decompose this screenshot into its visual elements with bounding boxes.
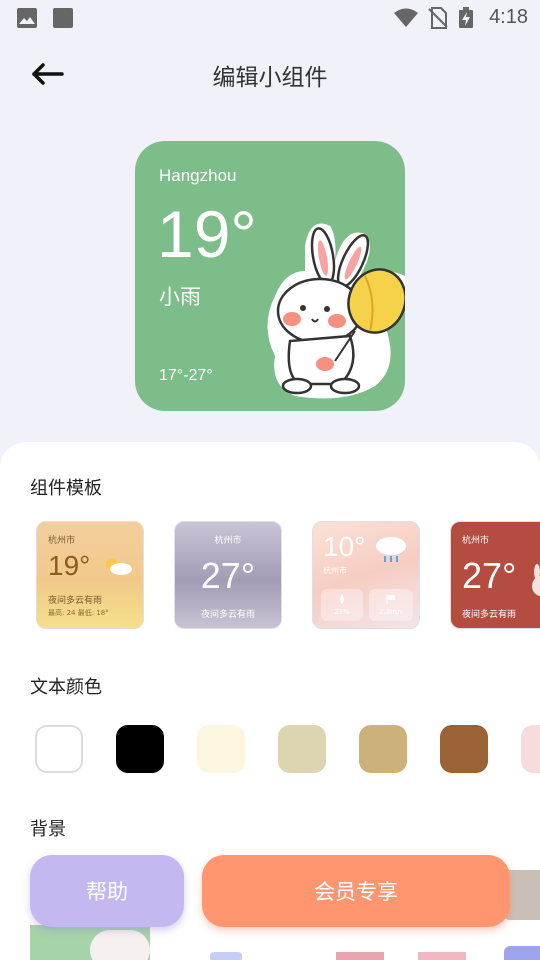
flag-icon [386, 595, 395, 604]
template-extra: 最高: 24 最低: 18° [48, 609, 109, 617]
square-notification-icon [53, 8, 73, 28]
template-description: 夜间多云有雨 [200, 610, 255, 620]
battery-charging-icon [459, 7, 473, 28]
template-card[interactable]: 杭州市 27° 夜间多云有雨 [450, 521, 540, 629]
background-option[interactable] [210, 952, 242, 960]
template-description: 夜间多云有雨 [462, 610, 517, 620]
preview-condition: 小雨 [159, 285, 201, 309]
wifi-icon [394, 8, 418, 27]
no-sim-icon [428, 7, 448, 29]
background-section-title: 背景 [30, 819, 66, 840]
image-notification-icon [17, 8, 37, 28]
color-swatch-tan[interactable] [359, 725, 407, 773]
background-option[interactable] [504, 946, 540, 960]
rabbit-sticker-icon [267, 223, 405, 399]
background-option-sticker [90, 930, 150, 960]
preview-city: Hangzhou [159, 166, 237, 185]
templates-section-title: 组件模板 [30, 478, 102, 499]
template-list[interactable]: 杭州市 19° 夜间多云有雨 最高: 24 最低: 18° 杭州市 27° 夜间… [36, 521, 540, 629]
color-swatch-cream[interactable] [197, 725, 245, 773]
template-temperature: 10° [323, 531, 366, 562]
text-color-swatches [35, 725, 540, 773]
preview-temperature: 19° [157, 197, 257, 271]
help-button[interactable]: 帮助 [30, 855, 184, 927]
wind-value: 2.3m/s [379, 608, 403, 616]
status-bar: 4:18 [0, 0, 540, 36]
color-swatch-brown[interactable] [440, 725, 488, 773]
preview-temperature-range: 17°-27° [159, 367, 213, 384]
template-temperature: 19° [48, 550, 91, 581]
water-drop-icon [340, 594, 344, 604]
template-temperature: 27° [200, 555, 256, 596]
color-swatch-beige[interactable] [278, 725, 326, 773]
template-temperature: 27° [462, 555, 517, 596]
template-city: 杭州市 [48, 536, 76, 546]
rabbit-mini-icon [532, 564, 540, 596]
template-card[interactable]: 杭州市 19° 夜间多云有雨 最高: 24 最低: 18° [36, 521, 144, 629]
humidity-box: 23% [321, 589, 363, 621]
template-description: 夜间多云有雨 [48, 596, 103, 606]
status-time: 4:18 [489, 6, 528, 28]
template-card[interactable]: 10° 杭州市 23% 2.3m/s [312, 521, 420, 629]
vip-button[interactable]: 会员专享 [202, 855, 510, 927]
template-city: 杭州市 [462, 536, 490, 546]
rain-cloud-icon [376, 537, 406, 562]
cloudy-sun-icon [106, 558, 132, 575]
template-city: 杭州市 [323, 566, 347, 575]
color-swatch-pink[interactable] [521, 725, 540, 773]
text-color-section-title: 文本颜色 [30, 677, 102, 698]
color-swatch-black[interactable] [116, 725, 164, 773]
widget-preview: Hangzhou 19° 小雨 17°-27° [135, 141, 405, 411]
color-swatch-white[interactable] [35, 725, 83, 773]
humidity-value: 23% [334, 608, 350, 616]
background-option[interactable] [418, 952, 466, 960]
page-title: 编辑小组件 [212, 65, 328, 91]
template-card[interactable]: 杭州市 27° 夜间多云有雨 [174, 521, 282, 629]
wind-box: 2.3m/s [369, 589, 413, 621]
background-option[interactable] [336, 952, 384, 960]
template-city: 杭州市 [214, 536, 242, 546]
